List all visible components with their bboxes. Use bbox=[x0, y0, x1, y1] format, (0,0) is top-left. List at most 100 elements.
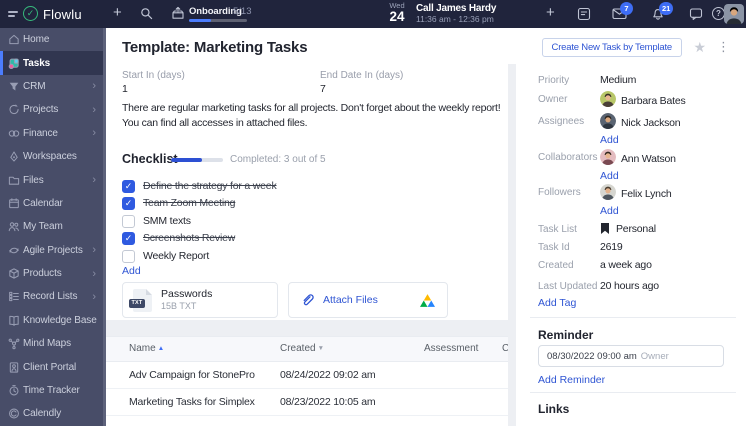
quick-add-button[interactable]: + bbox=[113, 5, 122, 20]
checkbox[interactable]: ✓ bbox=[122, 196, 135, 210]
attach-files-button[interactable]: Attach Files bbox=[288, 282, 448, 318]
attachment-file-card[interactable]: TXT Passwords 15B TXT bbox=[122, 282, 278, 318]
table-row[interactable]: Marketing Tasks for Simplex 08/23/2022 1… bbox=[106, 389, 508, 416]
section-divider bbox=[106, 320, 508, 336]
owner-label: Owner bbox=[538, 94, 568, 105]
time-tracker-icon bbox=[8, 384, 20, 397]
reminder-input[interactable]: 08/30/2022 09:00 am Owner bbox=[538, 345, 724, 367]
task-created-cell: 08/23/2022 10:05 am bbox=[280, 396, 376, 408]
checklist-progress-bar bbox=[171, 158, 223, 162]
chevron-right-icon: › bbox=[92, 127, 96, 140]
notifications-bell-icon[interactable]: 21 bbox=[651, 2, 674, 26]
checkbox[interactable]: ✓ bbox=[122, 249, 135, 263]
assignee-name: Nick Jackson bbox=[621, 117, 681, 129]
sidebar-scrollbar[interactable] bbox=[103, 28, 106, 426]
upcoming-event[interactable]: Call James Hardy 11:36 am - 12:36 pm bbox=[416, 3, 496, 25]
projects-icon bbox=[8, 103, 20, 116]
column-header-clipped[interactable]: C bbox=[502, 343, 508, 354]
sidebar-item-home[interactable]: Home bbox=[0, 28, 103, 51]
chat-icon[interactable] bbox=[689, 7, 703, 26]
start-in-value: 1 bbox=[122, 83, 128, 95]
onboarding-count: 5/13 bbox=[233, 6, 252, 17]
bookmark-icon bbox=[601, 223, 609, 234]
flowlu-app: ✓ Flowlu + Onboarding 5/13 Wed 24 Call J… bbox=[0, 0, 746, 426]
flowlu-logo-text[interactable]: Flowlu bbox=[43, 7, 82, 22]
chevron-right-icon: › bbox=[92, 103, 96, 116]
calendar-icon bbox=[8, 197, 20, 210]
column-header-assessment[interactable]: Assessment bbox=[424, 343, 478, 354]
checklist-item: ✓ Weekly Report bbox=[122, 249, 209, 263]
hamburger-menu-icon[interactable] bbox=[8, 11, 18, 19]
panel-divider bbox=[508, 64, 516, 426]
sidebar-item-workspaces[interactable]: Workspaces bbox=[0, 145, 103, 168]
checklist-completed-text: Completed: 3 out of 5 bbox=[230, 154, 326, 165]
finance-icon bbox=[8, 127, 20, 140]
add-follower-link[interactable]: Add bbox=[600, 205, 619, 217]
sidebar-item-projects[interactable]: Projects › bbox=[0, 98, 103, 121]
checkbox[interactable]: ✓ bbox=[122, 231, 135, 245]
sidebar-item-time-tracker[interactable]: Time Tracker bbox=[0, 379, 103, 402]
task-list-label: Task List bbox=[538, 224, 577, 235]
checklist-item: ✓ SMM texts bbox=[122, 214, 191, 228]
calendar-date[interactable]: Wed 24 bbox=[384, 2, 410, 24]
add-event-button[interactable]: + bbox=[546, 5, 555, 20]
favorite-star-icon[interactable]: ★ bbox=[693, 39, 706, 56]
calendar-day: 24 bbox=[389, 9, 405, 24]
start-in-label: Start In (days) bbox=[122, 70, 185, 81]
mail-icon[interactable]: 7 bbox=[612, 2, 633, 25]
files-folder-icon bbox=[8, 174, 20, 187]
notes-icon[interactable] bbox=[577, 7, 591, 26]
user-avatar[interactable] bbox=[724, 4, 744, 24]
sidebar-item-record-lists[interactable]: Record Lists › bbox=[0, 285, 103, 308]
checkbox[interactable]: ✓ bbox=[122, 214, 135, 228]
sidebar-item-client-portal[interactable]: Client Portal bbox=[0, 355, 103, 378]
sidebar-item-finance[interactable]: Finance › bbox=[0, 122, 103, 145]
reminder-title: Reminder bbox=[538, 328, 594, 342]
checklist-title: Checklist bbox=[122, 152, 178, 166]
search-icon[interactable] bbox=[140, 7, 153, 25]
add-tag-link[interactable]: Add Tag bbox=[538, 297, 576, 309]
sidebar-item-agile-projects[interactable]: Agile Projects › bbox=[0, 239, 103, 262]
create-task-by-template-button[interactable]: Create New Task by Template bbox=[541, 38, 682, 57]
sidebar-item-my-team[interactable]: My Team bbox=[0, 215, 103, 238]
sidebar-item-tasks[interactable]: Tasks bbox=[0, 51, 103, 76]
column-header-created[interactable]: Created ▼ bbox=[280, 343, 324, 354]
end-date-in-value: 7 bbox=[320, 83, 326, 95]
assignee-avatar bbox=[600, 113, 616, 129]
add-assignee-link[interactable]: Add bbox=[600, 134, 619, 146]
flowlu-logo-icon[interactable]: ✓ bbox=[23, 6, 38, 21]
onboarding-icon[interactable] bbox=[171, 6, 185, 25]
task-name-cell: Marketing Tasks for Simplex bbox=[129, 396, 255, 408]
sidebar-item-calendly[interactable]: Calendly bbox=[0, 402, 103, 425]
add-reminder-link[interactable]: Add Reminder bbox=[538, 374, 605, 386]
paperclip-icon bbox=[303, 294, 314, 306]
crm-funnel-icon bbox=[8, 80, 20, 93]
column-header-name[interactable]: Name ▲ bbox=[129, 343, 164, 354]
chevron-right-icon: › bbox=[92, 174, 96, 187]
onboarding-progress-bar bbox=[189, 19, 247, 22]
sidebar-item-knowledge-base[interactable]: Knowledge Base bbox=[0, 309, 103, 332]
table-header: Name ▲ Created ▼ Assessment C bbox=[106, 336, 508, 362]
task-description: There are regular marketing tasks for al… bbox=[122, 102, 501, 129]
file-name: Passwords bbox=[161, 288, 213, 300]
add-checklist-item-link[interactable]: Add bbox=[122, 265, 141, 277]
sort-desc-icon: ▼ bbox=[317, 345, 325, 352]
google-drive-icon[interactable] bbox=[420, 293, 435, 307]
sidebar-item-mind-maps[interactable]: Mind Maps bbox=[0, 332, 103, 355]
task-id-value: 2619 bbox=[600, 241, 623, 253]
sidebar-item-crm[interactable]: CRM › bbox=[0, 75, 103, 98]
mind-maps-icon bbox=[8, 337, 20, 350]
onboarding-progress-fill bbox=[189, 19, 212, 22]
checklist-item: ✓ Screenshots Review bbox=[122, 231, 235, 245]
add-collaborator-link[interactable]: Add bbox=[600, 170, 619, 182]
sidebar-item-calendar[interactable]: Calendar bbox=[0, 192, 103, 215]
more-options-icon[interactable]: ⋮ bbox=[717, 38, 730, 56]
checklist-item: ✓ Team Zoom Meeting bbox=[122, 196, 236, 210]
calendly-icon bbox=[8, 407, 20, 420]
checkbox[interactable]: ✓ bbox=[122, 179, 135, 193]
sidebar-item-files[interactable]: Files › bbox=[0, 168, 103, 191]
table-row[interactable]: Adv Campaign for StonePro 08/24/2022 09:… bbox=[106, 362, 508, 389]
checklist-item: ✓ Define the strategy for a week bbox=[122, 179, 277, 193]
checklist-progress-fill bbox=[171, 158, 203, 162]
sidebar-item-products[interactable]: Products › bbox=[0, 262, 103, 285]
